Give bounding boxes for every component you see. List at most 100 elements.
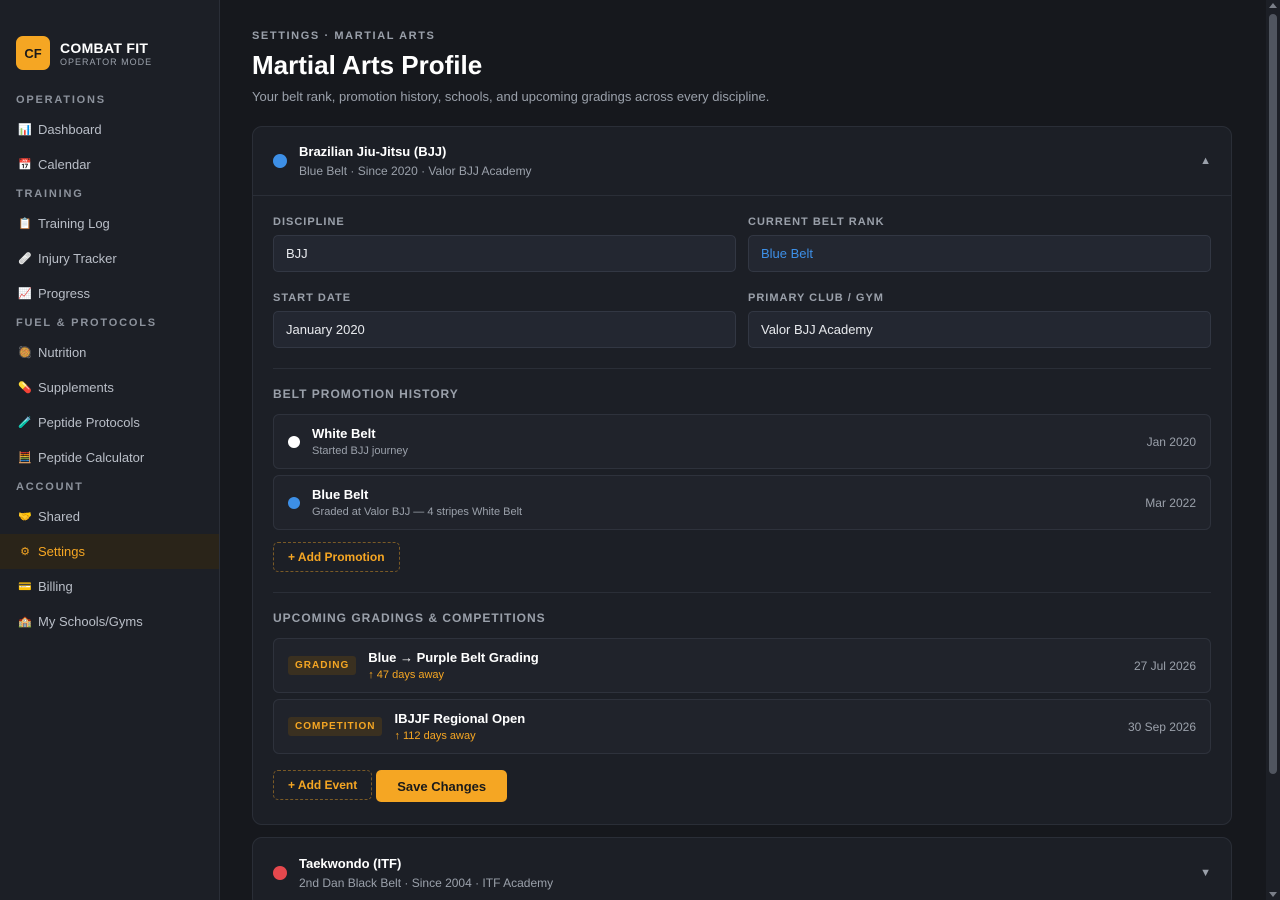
nutrition-icon: 🥘 bbox=[18, 346, 32, 359]
brand-logo: CF bbox=[16, 36, 50, 70]
sidebar-item-peptide-calculator[interactable]: 🧮 Peptide Calculator bbox=[0, 440, 219, 475]
sidebar: CF COMBAT FIT OPERATOR MODE OPERATIONS 📊 D… bbox=[0, 0, 220, 900]
belt-rank-select[interactable]: Blue Belt bbox=[748, 235, 1211, 272]
sidebar-item-label: Nutrition bbox=[38, 345, 87, 360]
sidebar-item-label: Billing bbox=[38, 579, 73, 594]
save-changes-button[interactable]: Save Changes bbox=[376, 770, 508, 802]
peptide-calculator-icon: 🧮 bbox=[18, 451, 32, 464]
sidebar-item-calendar[interactable]: 📅 Calendar bbox=[0, 147, 219, 182]
promotion-date: Mar 2022 bbox=[1145, 495, 1196, 510]
sidebar-item-dashboard[interactable]: 📊 Dashboard bbox=[0, 112, 219, 147]
promotion-belt: White Belt bbox=[312, 426, 376, 441]
field-label: DISCIPLINE bbox=[273, 216, 345, 228]
sidebar-item-nutrition[interactable]: 🥘 Nutrition bbox=[0, 335, 219, 370]
dashboard-icon: 📊 bbox=[18, 123, 32, 136]
shared-icon: 🤝 bbox=[18, 510, 32, 523]
event-date: 27 Jul 2026 bbox=[1133, 658, 1196, 673]
my-schools-gyms-icon: 🏫 bbox=[18, 615, 32, 628]
promotion-date: Jan 2020 bbox=[1146, 434, 1196, 449]
promotion-item[interactable]: White Belt Started BJJ journey Jan 2020 bbox=[273, 414, 1211, 469]
supplements-icon: 💊 bbox=[18, 381, 32, 394]
progress-icon: 📈 bbox=[18, 287, 32, 300]
sidebar-item-label: Settings bbox=[38, 544, 85, 559]
discipline-card-taekwondo: Taekwondo (ITF) 2nd Dan Black Belt · Sin… bbox=[252, 837, 1232, 900]
discipline-summary: Blue Belt · Since 2020 · Valor BJJ Acade… bbox=[299, 164, 532, 178]
promotion-item[interactable]: Blue Belt Graded at Valor BJJ — 4 stripes… bbox=[273, 475, 1211, 530]
chevron-down-icon[interactable]: ▼ bbox=[1200, 867, 1211, 879]
event-countdown: ↑ 47 days away bbox=[368, 669, 445, 681]
sidebar-item-label: Injury Tracker bbox=[38, 251, 117, 266]
event-date: 30 Sep 2026 bbox=[1127, 719, 1196, 734]
sidebar-item-settings[interactable]: ⚙ Settings bbox=[0, 534, 219, 569]
sidebar-item-label: Peptide Calculator bbox=[38, 450, 145, 465]
event-type-badge: COMPETITION bbox=[288, 717, 383, 736]
field-label: START DATE bbox=[273, 292, 352, 304]
chevron-up-icon[interactable]: ▲ bbox=[1200, 155, 1211, 167]
promotion-history-list: White Belt Started BJJ journey Jan 2020 Blu… bbox=[273, 414, 1211, 530]
main-content: SETTINGS · MARTIAL ARTS Martial Arts Pro… bbox=[252, 0, 1232, 900]
belt-rank-field: CURRENT BELT RANK Blue Belt bbox=[748, 216, 1211, 272]
field-label: PRIMARY CLUB / GYM bbox=[748, 292, 884, 304]
scroll-down-icon[interactable] bbox=[1269, 892, 1277, 897]
injury-tracker-icon: 🩹 bbox=[18, 252, 32, 265]
promotion-note: Graded at Valor BJJ — 4 stripes White Be… bbox=[312, 506, 523, 518]
nav-section-operations: OPERATIONS bbox=[16, 94, 106, 106]
peptide-protocols-icon: 🧪 bbox=[18, 416, 32, 429]
divider bbox=[273, 592, 1211, 593]
promotion-history-title: BELT PROMOTION HISTORY bbox=[273, 387, 459, 401]
sidebar-item-progress[interactable]: 📈 Progress bbox=[0, 276, 219, 311]
belt-color-dot bbox=[288, 435, 300, 448]
sidebar-item-label: Training Log bbox=[38, 216, 110, 231]
scrollbar-thumb[interactable] bbox=[1269, 14, 1277, 774]
page-scrollbar[interactable] bbox=[1266, 0, 1280, 900]
belt-color-dot bbox=[288, 496, 300, 509]
divider bbox=[273, 368, 1211, 369]
discipline-field: DISCIPLINE BJJ bbox=[273, 216, 736, 272]
add-promotion-button[interactable]: + Add Promotion bbox=[273, 542, 400, 572]
discipline-summary: 2nd Dan Black Belt · Since 2004 · ITF Ac… bbox=[299, 875, 554, 890]
scroll-up-icon[interactable] bbox=[1269, 3, 1277, 8]
belt-color-dot bbox=[273, 154, 287, 168]
promotion-note: Started BJJ journey bbox=[312, 445, 408, 457]
nav-section-fuel-protocols: FUEL & PROTOCOLS bbox=[16, 317, 157, 329]
field-label: CURRENT BELT RANK bbox=[748, 216, 885, 228]
discipline-card-bjj: Brazilian Jiu-Jitsu (BJJ) Blue Belt · Si… bbox=[252, 126, 1232, 825]
start-date-input[interactable]: January 2020 bbox=[273, 311, 736, 348]
event-item[interactable]: GRADING Blue → Purple Belt Grading ↑ 47 da… bbox=[273, 638, 1211, 693]
event-item[interactable]: COMPETITION IBJJF Regional Open ↑ 112 days… bbox=[273, 699, 1211, 754]
billing-icon: 💳 bbox=[18, 580, 32, 593]
sidebar-item-peptide-protocols[interactable]: 🧪 Peptide Protocols bbox=[0, 405, 219, 440]
discipline-title: Taekwondo (ITF) bbox=[299, 855, 402, 871]
sidebar-item-my-schools-gyms[interactable]: 🏫 My Schools/Gyms bbox=[0, 604, 219, 639]
brand[interactable]: CF COMBAT FIT OPERATOR MODE bbox=[0, 0, 219, 82]
sidebar-item-supplements[interactable]: 💊 Supplements bbox=[0, 370, 219, 405]
breadcrumb: SETTINGS · MARTIAL ARTS bbox=[252, 30, 436, 42]
sidebar-item-training-log[interactable]: 📋 Training Log bbox=[0, 206, 219, 241]
club-input[interactable]: Valor BJJ Academy bbox=[748, 311, 1211, 348]
add-event-button[interactable]: + Add Event bbox=[273, 770, 373, 800]
discipline-title: Brazilian Jiu-Jitsu (BJJ) bbox=[299, 144, 447, 159]
club-field: PRIMARY CLUB / GYM Valor BJJ Academy bbox=[748, 292, 1211, 348]
discipline-card-header[interactable]: Brazilian Jiu-Jitsu (BJJ) Blue Belt · Si… bbox=[253, 127, 1231, 196]
sidebar-item-label: Supplements bbox=[38, 380, 114, 395]
sidebar-item-billing[interactable]: 💳 Billing bbox=[0, 569, 219, 604]
brand-name: COMBAT FIT bbox=[60, 39, 149, 56]
belt-color-dot bbox=[273, 865, 287, 880]
nav-section-account: ACCOUNT bbox=[16, 481, 84, 493]
event-type-badge: GRADING bbox=[288, 656, 357, 675]
sidebar-item-shared[interactable]: 🤝 Shared bbox=[0, 499, 219, 534]
sidebar-item-label: Calendar bbox=[38, 157, 91, 172]
training-log-icon: 📋 bbox=[18, 217, 32, 230]
sidebar-item-injury-tracker[interactable]: 🩹 Injury Tracker bbox=[0, 241, 219, 276]
settings-icon: ⚙ bbox=[20, 545, 30, 558]
calendar-icon: 📅 bbox=[18, 158, 32, 171]
sidebar-item-label: My Schools/Gyms bbox=[38, 614, 143, 629]
events-list: GRADING Blue → Purple Belt Grading ↑ 47 da… bbox=[273, 638, 1211, 754]
start-date-field: START DATE January 2020 bbox=[273, 292, 736, 348]
discipline-card-header[interactable]: Taekwondo (ITF) 2nd Dan Black Belt · Sin… bbox=[253, 838, 1231, 900]
event-title: Blue → Purple Belt Grading bbox=[368, 650, 539, 665]
sidebar-nav: OPERATIONS 📊 Dashboard 📅 Calendar TRAINING 📋 Tr… bbox=[0, 88, 219, 639]
discipline-input[interactable]: BJJ bbox=[273, 235, 736, 272]
sidebar-item-label: Shared bbox=[38, 509, 80, 524]
sidebar-item-label: Progress bbox=[38, 286, 91, 301]
